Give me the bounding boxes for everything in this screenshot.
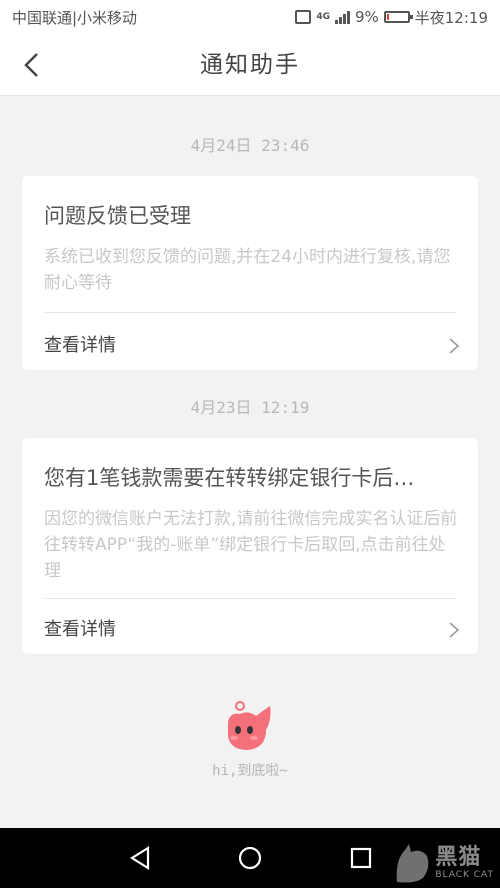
recents-square-icon[interactable] [347,844,375,872]
watermark-en: BLACK CAT [435,870,494,880]
home-circle-icon[interactable] [236,844,264,872]
end-of-list-text: hi,到底啦~ [212,763,288,779]
watermark-cn: 黑猫 [435,845,482,870]
view-details-button[interactable]: 查看详情 [22,317,478,375]
network-type: 4G [316,11,330,22]
view-details-button[interactable]: 查看详情 [22,601,478,659]
divider [44,312,456,313]
notification-date: 4月24日 23:46 [190,136,310,155]
notification-card: 您有1笔钱款需要在转转绑定银行卡后… 因您的微信账户无法打款,请前往微信完成实名… [22,438,478,654]
notification-body: 系统已收到您反馈的问题,并在24小时内进行复核,请您耐心等待 [44,247,451,293]
watermark: 黑猫 BLACK CAT [393,842,494,884]
chevron-right-icon [449,622,460,638]
nav-bar: 通知助手 [0,34,500,96]
notification-title: 您有1笔钱款需要在转转绑定银行卡后… [44,466,415,490]
battery-percent: 9% [354,8,379,26]
signal-icon [334,10,350,24]
carrier-label: 中国联通|小米移动 [12,8,138,27]
view-details-label: 查看详情 [44,619,116,640]
vibrate-icon [295,10,312,24]
notification-body: 因您的微信账户无法打款,请前往微信完成实名认证后前往转转APP“我的-账单”绑定… [44,509,458,581]
system-nav-bar: 黑猫 BLACK CAT [0,828,500,888]
back-triangle-icon[interactable] [126,844,154,872]
cat-logo-icon [396,844,429,883]
notification-card: 问题反馈已受理 系统已收到您反馈的问题,并在24小时内进行复核,请您耐心等待 查… [22,176,478,370]
clock: 半夜12:19 [414,8,488,27]
mascot-icon [228,701,271,750]
status-bar: 中国联通|小米移动 4G 9% 半夜12:19 [0,0,500,34]
page-title: 通知助手 [200,52,300,78]
notification-title: 问题反馈已受理 [44,204,191,228]
status-indicators: 4G 9% 半夜12:19 [295,7,488,28]
battery-level [386,14,389,20]
divider [44,598,456,599]
chevron-right-icon [449,338,460,354]
view-details-label: 查看详情 [44,335,116,356]
battery-icon [383,11,413,23]
notification-date: 4月23日 12:19 [190,398,310,417]
